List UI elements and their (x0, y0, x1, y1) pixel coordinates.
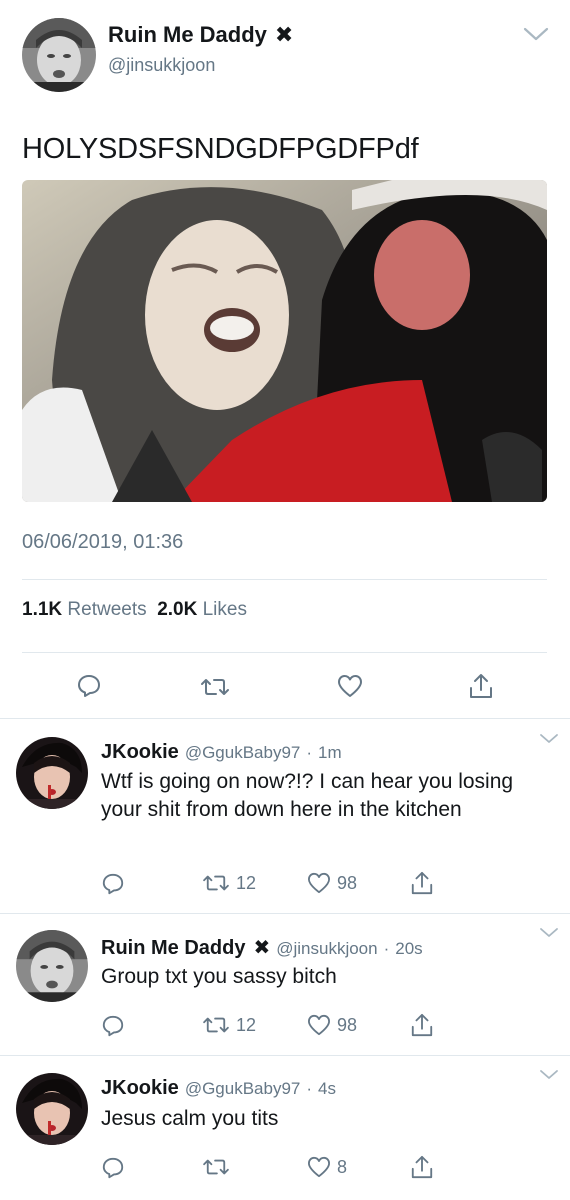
reply-text: Jesus calm you tits (101, 1107, 279, 1130)
display-name[interactable]: Ruin Me Daddy (101, 937, 245, 960)
reply-time[interactable]: 1m (318, 743, 342, 763)
heart-icon (338, 675, 362, 697)
separator: · (383, 939, 390, 958)
display-name[interactable]: Ruin Me Daddy (108, 22, 267, 48)
separator: · (306, 743, 313, 762)
handle[interactable]: @jinsukkjoon (108, 55, 215, 76)
reply-button[interactable] (101, 872, 125, 896)
avatar[interactable] (22, 18, 96, 92)
author-name-row[interactable]: Ruin Me Daddy ✖ (108, 22, 293, 48)
chevron-down-icon[interactable] (539, 927, 559, 939)
likes-label[interactable]: Likes (203, 599, 247, 620)
retweet-icon (201, 679, 229, 695)
tweet-photo[interactable] (22, 180, 547, 502)
divider (0, 1055, 570, 1056)
retweet-icon (203, 1017, 229, 1033)
display-name[interactable]: JKookie (101, 741, 179, 764)
tweet-text: HOLYSDSFSNDGDFPGDFPdf (22, 133, 419, 165)
share-button[interactable] (410, 1012, 434, 1038)
like-count: 98 (337, 1014, 358, 1035)
tweet-timestamp[interactable]: 06/06/2019, 01:36 (22, 531, 183, 554)
retweet-icon (203, 1159, 229, 1175)
tweet-stats: 1.1K Retweets 2.0K Likes (22, 599, 247, 621)
handle[interactable]: @jinsukkjoon (276, 939, 377, 959)
share-button[interactable] (468, 672, 494, 700)
reply-name-row[interactable]: Ruin Me Daddy ✖ @jinsukkjoon · 20s (101, 935, 423, 960)
chevron-down-icon[interactable] (539, 733, 559, 745)
retweet-count: 12 (236, 872, 257, 893)
like-button[interactable] (337, 674, 363, 698)
heart-icon (307, 1014, 330, 1036)
retweet-count: 12 (236, 1014, 257, 1035)
retweet-button[interactable] (202, 1156, 236, 1178)
avatar[interactable] (16, 737, 88, 809)
like-button[interactable]: 98 (307, 872, 357, 894)
heart-icon (307, 872, 330, 894)
heart-icon (307, 1156, 330, 1178)
divider (0, 718, 570, 719)
retweet-button[interactable] (200, 675, 230, 699)
retweet-icon (203, 875, 229, 891)
retweet-button[interactable]: 12 (202, 872, 256, 894)
retweets-count[interactable]: 1.1K (22, 599, 62, 620)
divider (22, 652, 547, 653)
like-count: 98 (337, 872, 358, 893)
reply-name-row[interactable]: JKookie @GgukBaby97 · 1m (101, 741, 342, 764)
retweets-label[interactable]: Retweets (67, 599, 146, 620)
reply-button[interactable] (76, 673, 102, 699)
reply-icon (102, 1157, 124, 1179)
separator: · (306, 1079, 313, 1098)
likes-count[interactable]: 2.0K (157, 599, 197, 620)
reply-time[interactable]: 20s (395, 939, 422, 959)
share-icon (411, 871, 433, 895)
reply-text: Group txt you sassy bitch (101, 965, 337, 988)
chevron-down-icon[interactable] (522, 26, 550, 42)
share-icon (411, 1013, 433, 1037)
chevron-down-icon[interactable] (539, 1069, 559, 1081)
close-x-icon: ✖ (274, 22, 294, 47)
reply-icon (102, 1015, 124, 1037)
handle[interactable]: @GgukBaby97 (185, 743, 301, 763)
share-button[interactable] (410, 870, 434, 896)
like-button[interactable]: 8 (307, 1156, 347, 1178)
divider (0, 913, 570, 914)
reply-icon (102, 873, 124, 895)
like-button[interactable]: 98 (307, 1014, 357, 1036)
share-icon (411, 1155, 433, 1179)
reply-button[interactable] (101, 1014, 125, 1038)
handle[interactable]: @GgukBaby97 (185, 1079, 301, 1099)
reply-button[interactable] (101, 1156, 125, 1180)
close-x-icon: ✖ (253, 937, 271, 959)
share-button[interactable] (410, 1154, 434, 1180)
like-count: 8 (337, 1156, 348, 1177)
divider (22, 579, 547, 580)
reply-icon (78, 675, 100, 697)
avatar[interactable] (16, 1073, 88, 1145)
reply-text: Wtf is going on now?!? I can hear you lo… (101, 770, 514, 821)
retweet-button[interactable]: 12 (202, 1014, 256, 1036)
reply-time[interactable]: 4s (318, 1079, 336, 1099)
share-icon (470, 674, 492, 698)
avatar[interactable] (16, 930, 88, 1002)
display-name[interactable]: JKookie (101, 1077, 179, 1100)
reply-name-row[interactable]: JKookie @GgukBaby97 · 4s (101, 1077, 336, 1100)
